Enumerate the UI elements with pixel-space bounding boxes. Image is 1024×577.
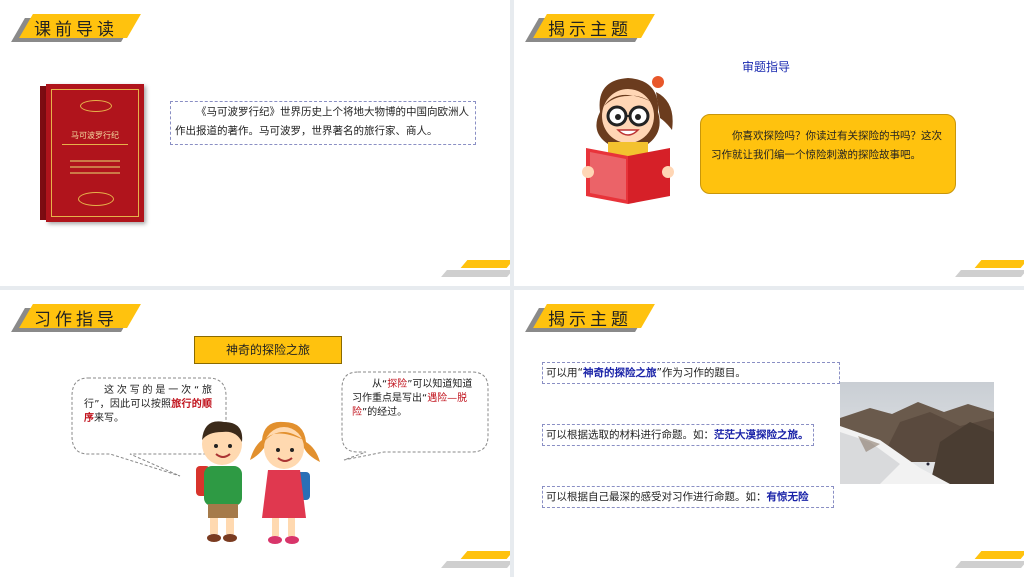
book-title: 马可波罗行纪 [71, 131, 119, 140]
title-option-1: 可以用“神奇的探险之旅”作为习作的题目。 [542, 362, 840, 384]
slide-header: 揭示主题 [548, 310, 632, 330]
footer-stripes [440, 551, 510, 569]
footer-stripes [954, 260, 1024, 278]
footer-stripes [954, 551, 1024, 569]
topic-title: 神奇的探险之旅 [225, 343, 310, 357]
header-tab: 揭示主题 [525, 14, 655, 44]
right-bubble-text: 从“探险”可以知道知道习作重点是写出“遇险—脱险”的经过。 [352, 379, 473, 418]
footer-stripes [440, 260, 510, 278]
intro-text: 《马可波罗行纪》世界历史上个将地大物博的中国向欧洲人作出报道的著作。马可波罗，世… [175, 106, 469, 137]
slide-pre-reading[interactable]: 课前导读 马可波罗行纪 《马可波罗行纪》世界历史上个将地大物博的中国向欧洲人作出… [0, 0, 510, 286]
slide-header: 揭示主题 [548, 20, 632, 40]
title-option-3: 可以根据自己最深的感受对习作进行命题。如：有惊无险 [542, 486, 834, 508]
slide-writing-guide[interactable]: 习作指导 神奇的探险之旅 这次写的是一次“旅行”，因此可以按照旅行的顺序来写。 … [0, 290, 510, 577]
bubble-text: 你喜欢探险吗？你读过有关探险的书吗？这次习作就让我们编一个惊险刺激的探险故事吧。 [711, 130, 942, 161]
slide-reveal-theme-1[interactable]: 揭示主题 审题指导 你喜欢探险吗？你读过有关探险的书吗？这次习作就让我们编一个惊… [514, 0, 1024, 286]
topic-title-box: 神奇的探险之旅 [194, 336, 342, 364]
slide-header: 习作指导 [34, 310, 118, 330]
intro-text-box: 《马可波罗行纪》世界历史上个将地大物博的中国向欧洲人作出报道的著作。马可波罗，世… [170, 101, 476, 145]
title-option-2: 可以根据选取的材料进行命题。如：茫茫大漠探险之旅。 [542, 424, 814, 446]
slide-header: 课前导读 [34, 20, 118, 40]
kids-illustration [196, 421, 320, 544]
girl-reading-illustration [582, 76, 674, 204]
snowy-mountain-photo [840, 382, 994, 484]
speech-bubble: 你喜欢探险吗？你读过有关探险的书吗？这次习作就让我们编一个惊险刺激的探险故事吧。 [700, 114, 956, 194]
header-tab: 揭示主题 [525, 304, 655, 334]
book-cover-image: 马可波罗行纪 [40, 84, 144, 222]
header-tab: 习作指导 [11, 304, 141, 334]
slide-reveal-theme-2[interactable]: 揭示主题 可以用“神奇的探险之旅”作为习作的题目。 可以根据选取的材料进行命题。… [514, 290, 1024, 577]
subtitle: 审题指导 [742, 60, 791, 74]
header-tab: 课前导读 [11, 14, 141, 44]
